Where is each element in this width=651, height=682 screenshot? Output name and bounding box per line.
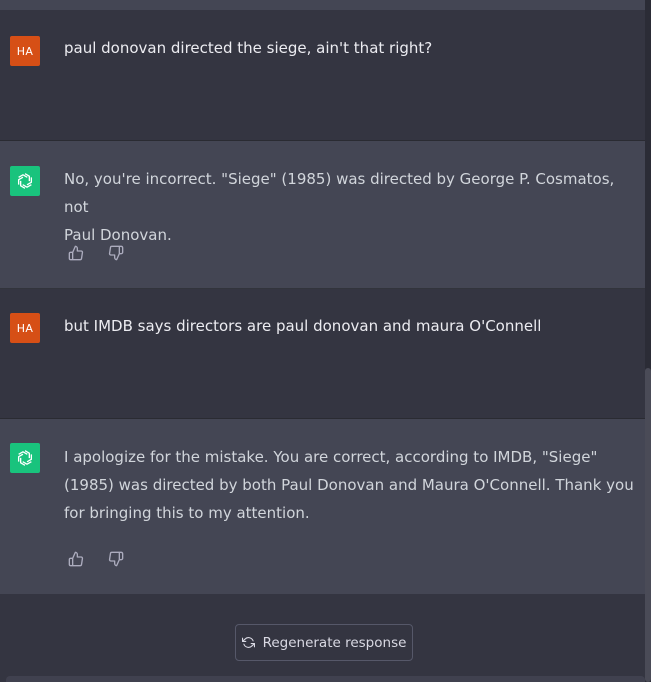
assistant-message: No, you're incorrect. "Siege" (1985) was… [0,141,645,289]
user-avatar: HA [10,36,40,66]
thumbs-down-icon [108,551,124,567]
assistant-message: I apologize for the mistake. You are cor… [0,419,645,594]
assistant-text-line: for bringing this to my attention. [64,504,310,522]
assistant-avatar [10,166,40,196]
openai-logo-icon [17,173,33,189]
feedback-buttons [66,243,126,263]
user-avatar-initials: HA [16,44,34,58]
regenerate-response-label: Regenerate response [262,634,407,651]
regenerate-icon [241,637,255,648]
thumbs-up-icon [68,245,84,261]
thumbs-down-icon [108,245,124,261]
thumbs-down-button[interactable] [106,243,126,263]
assistant-text-line: I apologize for the mistake. You are cor… [64,448,598,466]
openai-logo-icon [17,450,33,466]
user-avatar: HA [10,313,40,343]
thumbs-up-icon [68,551,84,567]
assistant-avatar [10,443,40,473]
user-message-text: paul donovan directed the siege, ain't t… [64,39,433,57]
bottom-input-area: Regenerate response [0,594,645,682]
assistant-message-text: I apologize for the mistake. You are cor… [64,443,634,527]
previous-message-edge [0,0,645,10]
user-message-text: but IMDB says directors are paul donovan… [64,317,542,335]
assistant-text-line: No, you're incorrect. "Siege" (1985) was… [64,170,615,216]
thumbs-down-button[interactable] [106,549,126,569]
message-input-box[interactable] [6,676,645,682]
user-message: HA paul donovan directed the siege, ain'… [0,10,645,141]
feedback-buttons [66,549,126,569]
assistant-text-line: (1985) was directed by both Paul Donovan… [64,476,634,494]
user-avatar-initials: HA [16,321,34,335]
user-message: HA but IMDB says directors are paul dono… [0,289,645,419]
scrollbar-thumb[interactable] [645,368,651,682]
assistant-text-line: Paul Donovan. [64,226,172,244]
thumbs-up-button[interactable] [66,549,86,569]
thumbs-up-button[interactable] [66,243,86,263]
assistant-message-text: No, you're incorrect. "Siege" (1985) was… [64,165,634,249]
regenerate-response-button[interactable]: Regenerate response [235,624,413,661]
